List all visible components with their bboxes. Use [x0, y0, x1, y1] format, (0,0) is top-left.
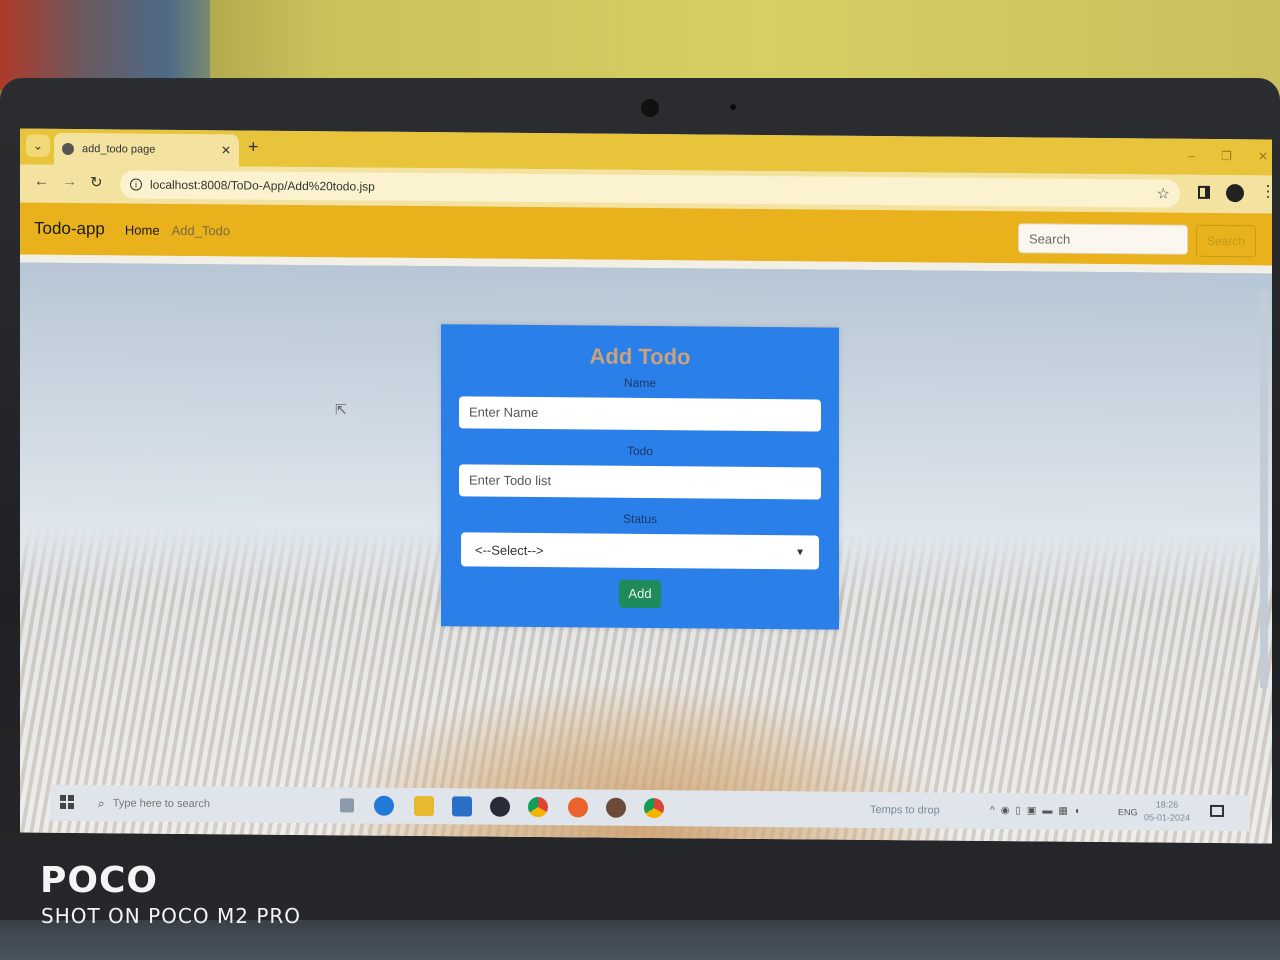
side-panel-icon[interactable]: [1198, 185, 1210, 199]
webcam-light: [730, 104, 736, 110]
language-indicator[interactable]: ENG: [1118, 807, 1138, 817]
name-label: Name: [623, 375, 656, 391]
close-icon[interactable]: ✕: [221, 143, 231, 157]
forward-icon[interactable]: →: [62, 173, 77, 190]
chevron-down-icon: ▼: [795, 546, 805, 558]
browser-tab[interactable]: add_todo page ✕: [54, 132, 239, 167]
maximize-button[interactable]: ❐: [1221, 149, 1232, 163]
task-view-icon[interactable]: [340, 798, 354, 813]
navbar-search-button[interactable]: Search: [1196, 224, 1256, 258]
site-info-icon[interactable]: i: [130, 178, 142, 191]
nav-link-add-todo[interactable]: Add_Todo: [172, 222, 231, 238]
close-window-button[interactable]: ✕: [1258, 149, 1268, 163]
mail-icon[interactable]: [452, 796, 472, 817]
clock-date: 05-01-2024: [1144, 812, 1191, 823]
laptop-screen: ⌄ add_todo page ✕ + – ❐ ✕ ← → ↻ i localh…: [20, 128, 1272, 844]
status-selected-value: <--Select-->: [475, 542, 544, 558]
nav-link-home[interactable]: Home: [125, 222, 160, 237]
app-icon[interactable]: [606, 797, 626, 818]
chrome-active-icon[interactable]: [644, 797, 664, 819]
name-input[interactable]: Enter Name: [459, 396, 821, 432]
system-tray-icons[interactable]: ^◉▯▣▬▦◖: [990, 805, 1086, 817]
notification-icon[interactable]: [1210, 804, 1224, 818]
back-icon[interactable]: ←: [34, 173, 49, 190]
webcam-icon: [638, 96, 662, 120]
url-text: localhost:8008/ToDo-App/Add%20todo.jsp: [150, 177, 375, 194]
taskbar-search-box[interactable]: ⌕ Type here to search: [88, 788, 298, 820]
minimize-button[interactable]: –: [1188, 149, 1195, 163]
globe-icon: [62, 142, 74, 156]
add-todo-card: Add Todo Name Enter Name Todo Enter Todo…: [441, 324, 839, 630]
taskbar-search-placeholder: Type here to search: [112, 797, 210, 811]
camera-watermark-brand: POCO: [40, 860, 159, 901]
todo-label: Todo: [626, 443, 654, 459]
tab-search-button[interactable]: ⌄: [26, 134, 50, 157]
taskbar-clock[interactable]: 18:26 05-01-2024: [1144, 798, 1190, 824]
mouse-cursor-icon: ⇱: [335, 401, 347, 418]
weather-widget[interactable]: Temps to drop: [870, 804, 940, 817]
more-menu-icon[interactable]: ⋮: [1260, 181, 1272, 201]
add-button[interactable]: Add: [619, 579, 661, 609]
window-controls: – ❐ ✕: [1188, 149, 1268, 164]
reload-icon[interactable]: ↻: [90, 173, 103, 191]
address-bar[interactable]: i localhost:8008/ToDo-App/Add%20todo.jsp…: [120, 170, 1180, 208]
firefox-icon[interactable]: [568, 797, 588, 818]
new-tab-button[interactable]: +: [248, 137, 259, 158]
chrome-icon[interactable]: [528, 796, 548, 818]
bookmark-star-icon[interactable]: ☆: [1157, 184, 1170, 202]
edge-browser-icon[interactable]: [374, 795, 394, 816]
windows-start-icon[interactable]: [60, 794, 74, 810]
file-explorer-icon[interactable]: [414, 795, 434, 817]
clock-time: 18:26: [1155, 799, 1179, 810]
navbar-brand[interactable]: Todo-app: [34, 219, 105, 240]
form-title: Add Todo: [589, 343, 691, 370]
navbar-search-input[interactable]: Search: [1018, 223, 1188, 255]
page-scrollbar[interactable]: [1260, 289, 1268, 690]
tab-title: add_todo page: [82, 143, 156, 156]
todo-input[interactable]: Enter Todo list: [459, 464, 821, 500]
dell-icon[interactable]: [490, 796, 510, 817]
background-curtain: [0, 0, 210, 90]
profile-avatar[interactable]: [1226, 184, 1244, 203]
status-select[interactable]: <--Select--> ▼: [461, 532, 819, 570]
status-label: Status: [622, 511, 658, 527]
camera-watermark-caption: SHOT ON POCO M2 PRO: [41, 904, 302, 928]
search-icon: ⌕: [98, 795, 105, 810]
